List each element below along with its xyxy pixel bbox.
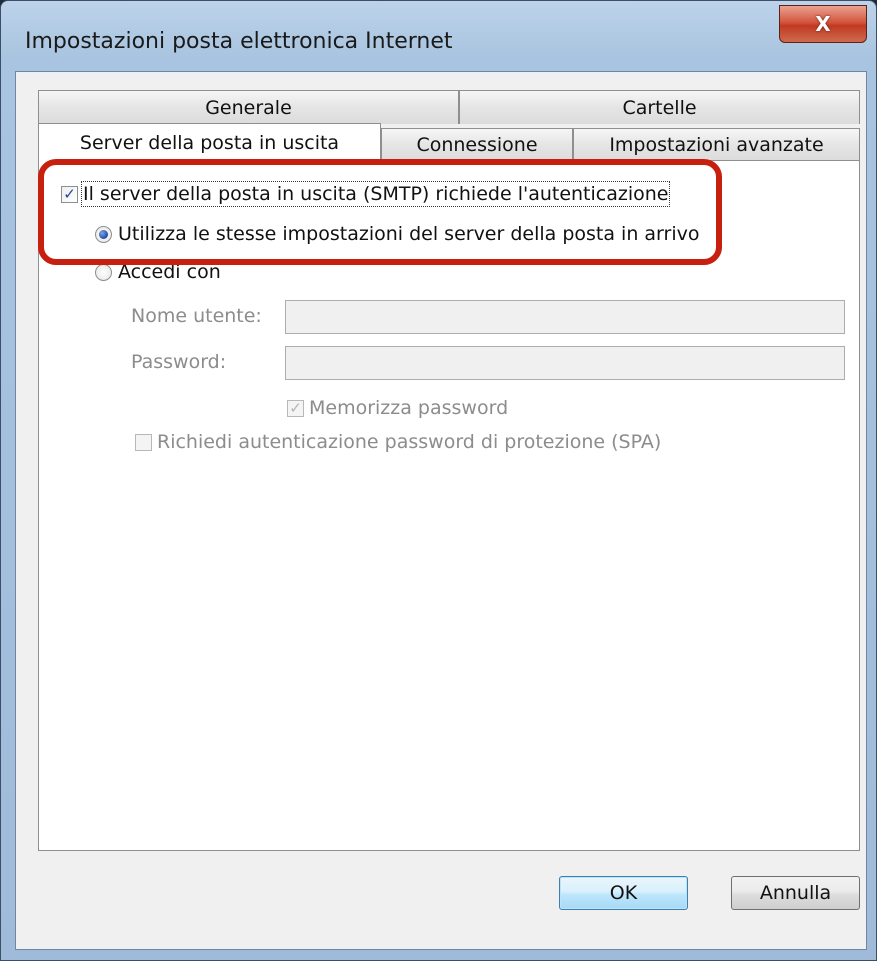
password-label: Password: xyxy=(131,351,227,373)
remember-password-label: Memorizza password xyxy=(309,397,509,419)
username-label: Nome utente: xyxy=(131,305,262,327)
tab-cartelle[interactable]: Cartelle xyxy=(459,90,860,124)
tab-impostazioni-avanzate[interactable]: Impostazioni avanzate xyxy=(573,128,860,161)
smtp-auth-label: Il server della posta in uscita (SMTP) r… xyxy=(80,181,671,207)
login-with-radio[interactable] xyxy=(95,263,112,281)
smtp-auth-checkbox[interactable]: ✓ xyxy=(61,185,78,203)
smtp-auth-row[interactable]: ✓ Il server della posta in uscita (SMTP)… xyxy=(61,181,671,207)
remember-password-row[interactable]: ✓ Memorizza password xyxy=(287,397,508,419)
spa-row[interactable]: Richiedi autenticazione password di prot… xyxy=(135,431,661,453)
close-button[interactable]: X xyxy=(779,5,867,43)
tab-label: Connessione xyxy=(416,134,538,156)
tab-label: Server della posta in uscita xyxy=(79,132,340,154)
tab-generale[interactable]: Generale xyxy=(38,90,459,124)
login-with-label: Accedi con xyxy=(118,261,221,283)
username-input[interactable] xyxy=(285,300,845,334)
dialog-window: Impostazioni posta elettronica Internet … xyxy=(0,0,877,961)
window-title: Impostazioni posta elettronica Internet xyxy=(25,29,453,54)
tab-connessione[interactable]: Connessione xyxy=(381,128,573,161)
dialog-client-area: Generale Cartelle Server della posta in … xyxy=(15,71,867,950)
spa-label: Richiedi autenticazione password di prot… xyxy=(157,431,662,453)
remember-password-checkbox[interactable]: ✓ xyxy=(287,399,304,417)
tab-label: Cartelle xyxy=(622,96,697,119)
use-incoming-settings-label: Utilizza le stesse impostazioni del serv… xyxy=(118,223,700,245)
ok-button[interactable]: OK xyxy=(559,876,688,910)
tab-label: Generale xyxy=(205,96,292,119)
tab-panel: ✓ Il server della posta in uscita (SMTP)… xyxy=(38,160,860,851)
use-incoming-settings-radio[interactable] xyxy=(95,225,112,243)
title-bar[interactable]: Impostazioni posta elettronica Internet … xyxy=(1,1,877,71)
use-incoming-settings-row[interactable]: Utilizza le stesse impostazioni del serv… xyxy=(95,223,700,245)
tab-server-posta-uscita[interactable]: Server della posta in uscita xyxy=(38,123,381,162)
cancel-button[interactable]: Annulla xyxy=(731,876,860,910)
close-icon: X xyxy=(815,12,831,36)
password-input[interactable] xyxy=(285,346,845,380)
login-with-row[interactable]: Accedi con xyxy=(95,261,221,283)
spa-checkbox[interactable] xyxy=(135,433,152,451)
tab-label: Impostazioni avanzate xyxy=(609,134,824,156)
